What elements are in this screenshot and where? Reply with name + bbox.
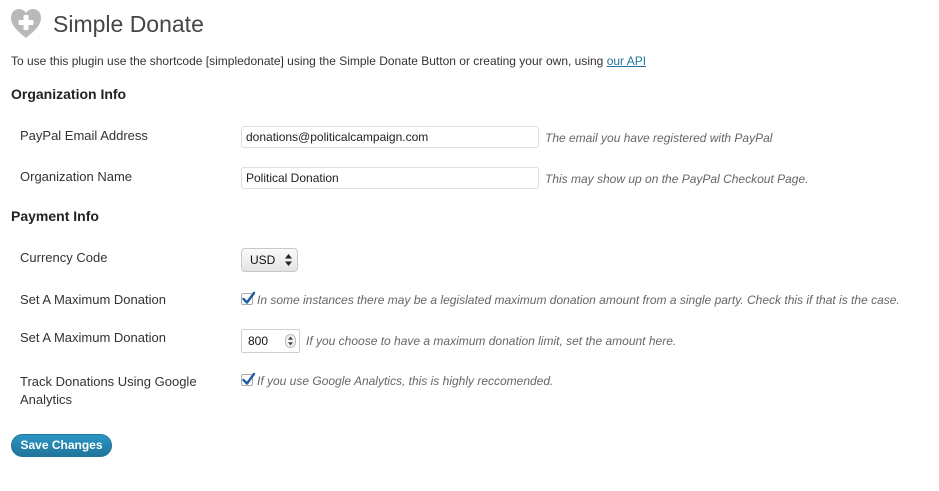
intro-text: To use this plugin use the shortcode [si… <box>11 53 646 69</box>
max-donation-checkbox[interactable] <box>241 291 256 305</box>
api-link[interactable]: our API <box>607 54 646 68</box>
page-header <box>9 6 43 42</box>
max-donation-amount-description: If you choose to have a maximum donation… <box>306 334 677 348</box>
google-analytics-description: If you use Google Analytics, this is hig… <box>257 374 554 388</box>
google-analytics-checkbox[interactable] <box>241 372 256 386</box>
checkmark-icon <box>242 291 256 304</box>
settings-page: Simple Donate To use this plugin use the… <box>0 0 939 491</box>
google-analytics-label-line2: Analytics <box>20 392 73 407</box>
google-analytics-label-line1: Track Donations Using Google <box>20 374 197 389</box>
checkmark-icon <box>242 372 256 385</box>
select-arrows-icon <box>285 254 292 266</box>
page-title: Simple Donate <box>53 11 204 37</box>
google-analytics-label: Track Donations Using Google Analytics <box>20 373 197 409</box>
max-donation-toggle-label: Set A Maximum Donation <box>20 292 166 307</box>
stepper-arrows-icon <box>288 336 293 346</box>
paypal-email-field[interactable] <box>241 126 539 148</box>
paypal-email-label: PayPal Email Address <box>20 128 148 143</box>
max-donation-amount-value: 800 <box>248 334 269 348</box>
currency-selected-value: USD <box>250 253 276 267</box>
section-title-payment: Payment Info <box>11 208 99 224</box>
organization-name-field[interactable] <box>241 167 539 189</box>
section-title-organization: Organization Info <box>11 86 127 102</box>
currency-select[interactable]: USD <box>241 248 298 272</box>
intro-sentence: To use this plugin use the shortcode [si… <box>11 54 607 68</box>
paypal-email-description: The email you have registered with PayPa… <box>545 131 773 145</box>
number-stepper[interactable] <box>285 334 296 348</box>
currency-code-label: Currency Code <box>20 250 108 265</box>
save-changes-button[interactable]: Save Changes <box>11 434 112 457</box>
organization-name-label: Organization Name <box>20 169 132 184</box>
heart-plus-icon <box>11 9 41 38</box>
organization-name-description: This may show up on the PayPal Checkout … <box>545 172 809 186</box>
max-donation-amount-field[interactable]: 800 <box>241 329 300 353</box>
max-donation-amount-label: Set A Maximum Donation <box>20 330 166 345</box>
max-donation-toggle-description: In some instances there may be a legisla… <box>257 293 900 307</box>
